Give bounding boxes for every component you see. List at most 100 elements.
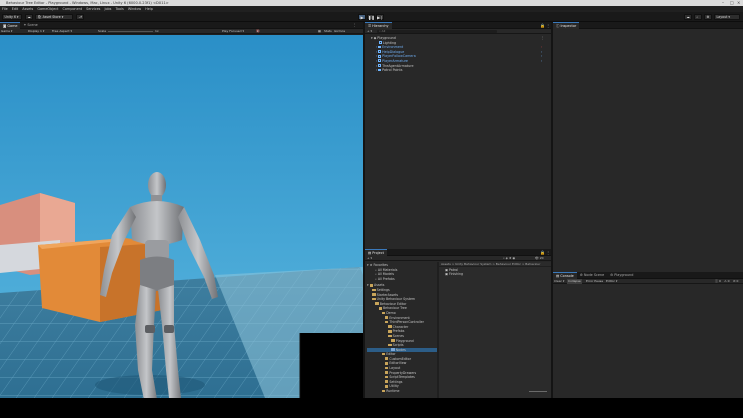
- folder-label: Demo: [386, 310, 396, 315]
- tab-inspector[interactable]: ⓘ Inspector: [553, 22, 580, 29]
- project-folder[interactable]: Runtime: [367, 389, 437, 394]
- folder-icon: [385, 362, 389, 365]
- folder-icon: [372, 288, 376, 292]
- add-button[interactable]: + ▾: [367, 29, 372, 34]
- tab-node-scene-label: Node Scene: [583, 273, 605, 277]
- game-tab-bar: ◙ Game ✦ Scene ⋮: [0, 22, 363, 29]
- tab-hierarchy[interactable]: ☰ Hierarchy: [365, 22, 392, 29]
- add-button[interactable]: + ▾: [367, 256, 372, 261]
- status-bar: [0, 398, 743, 418]
- folder-icon: [378, 306, 382, 310]
- folder-label: Utility: [389, 384, 399, 389]
- version-control-icon[interactable]: ⎇: [76, 14, 84, 20]
- project-folder-tree: ▾ ★ Favorites ⌕ All Materials ⌕ All Mode…: [365, 262, 437, 398]
- scale-label: Scale: [98, 29, 107, 33]
- collapse-label: Collapse: [568, 279, 581, 283]
- game-viewport[interactable]: [0, 35, 363, 398]
- folder-icon: [385, 375, 389, 379]
- folder-icon: [391, 339, 395, 342]
- gizmos-label[interactable]: Gizmos: [334, 29, 345, 34]
- console-panel: ▤ Console ⚙ Node Scene ⚙ Playground Clea…: [553, 272, 743, 398]
- play-mode-dropdown[interactable]: Play Focused ▾: [222, 29, 244, 34]
- assets-label: Assets: [374, 283, 385, 288]
- warning-count-button[interactable]: ⚠ 0: [724, 279, 730, 284]
- tab-game[interactable]: ◙ Game: [0, 22, 21, 29]
- tab-console[interactable]: ▤ Console: [553, 272, 577, 279]
- log-count-button[interactable]: ⓘ 0: [715, 279, 721, 284]
- asset-store-button[interactable]: 🛍 Asset Store ▾: [35, 14, 73, 20]
- layout-dropdown[interactable]: Layout ▾: [714, 14, 740, 20]
- mode-dropdown[interactable]: Game ▾: [1, 29, 12, 34]
- hierarchy-item-label: Patrol Points: [382, 68, 403, 73]
- icon-size-slider[interactable]: [529, 391, 547, 392]
- more-options-icon[interactable]: ⋮: [546, 250, 550, 255]
- folder-label: Settings: [376, 287, 390, 292]
- error-pause-label: Error Pause: [586, 279, 604, 283]
- folder-label: PropertyDrawers: [389, 370, 417, 375]
- folder-label: Unity Behaviour System: [376, 297, 416, 302]
- mode-label: Game: [1, 29, 10, 33]
- asset-file[interactable]: ▣ Finishing: [439, 272, 551, 277]
- display-label: Display 1: [28, 29, 42, 33]
- search-icon[interactable]: ⌕: [694, 14, 702, 20]
- log-count: 0: [718, 279, 721, 283]
- pause-button[interactable]: ❚❚: [367, 14, 375, 20]
- favorite-item[interactable]: ⌕ All Prefabs: [367, 277, 437, 282]
- cloud-icon[interactable]: ☁: [25, 14, 33, 20]
- folder-icon: [391, 348, 395, 351]
- clear-button[interactable]: Clear ▾: [554, 279, 564, 284]
- editor-dropdown[interactable]: Editor ▾: [606, 279, 617, 284]
- hierarchy-search-input[interactable]: ⌕ All: [377, 29, 497, 34]
- project-filter-icons[interactable]: ⌕ ◈ ★ ◉: [503, 256, 515, 261]
- folder-label: StarterAssets: [376, 292, 399, 297]
- mute-audio-icon[interactable]: 🔇: [256, 29, 260, 34]
- hierarchy-tab-bar: ☰ Hierarchy 🔒 ⋮: [365, 22, 551, 29]
- account-button[interactable]: Unity 6 ▾: [2, 14, 22, 20]
- asset-count-value: 20: [539, 256, 544, 260]
- scale-slider[interactable]: [108, 30, 153, 32]
- folder-icon: [372, 297, 376, 301]
- hierarchy-item[interactable]: › Patrol Points: [371, 68, 551, 73]
- tab-console-label: Console: [560, 274, 574, 278]
- scene-name: Playground: [377, 36, 396, 40]
- folder-label: EditorView: [389, 361, 407, 366]
- play-button[interactable]: ▶: [358, 14, 366, 20]
- hierarchy-search-bar: + ▾ ⌕ All: [365, 29, 551, 34]
- error-pause-button[interactable]: Error Pause: [586, 279, 603, 284]
- lock-icon[interactable]: 🔒: [540, 250, 545, 255]
- console-toolbar: Clear ▾ Collapse Error Pause Editor ▾ ⓘ …: [553, 279, 743, 284]
- folder-label: Layout: [389, 366, 401, 371]
- folder-icon: [385, 385, 389, 388]
- error-count-button[interactable]: ⊘ 0: [733, 279, 738, 284]
- tab-scene[interactable]: ✦ Scene: [20, 22, 40, 29]
- folder-label: Nodes: [395, 347, 406, 352]
- asset-store-label: Asset Store: [42, 15, 61, 19]
- step-button[interactable]: ▶❘: [376, 14, 384, 20]
- favorites-label: Favorites: [373, 263, 388, 267]
- tab-project[interactable]: ▤ Project: [365, 249, 387, 256]
- scene-render: [0, 35, 363, 398]
- tab-inspector-label: Inspector: [560, 24, 577, 28]
- folder-icon: [388, 329, 392, 333]
- account-label: Unity 6: [4, 15, 16, 19]
- project-breadcrumb[interactable]: Assets > Unity Behaviour System > Behavi…: [439, 262, 551, 267]
- stats-label: Stats: [324, 29, 332, 33]
- inspector-tab-bar: ⓘ Inspector: [553, 22, 743, 29]
- stats-button[interactable]: ▦: [318, 29, 321, 34]
- display-dropdown[interactable]: Display 1 ▾: [28, 29, 44, 34]
- tab-node-scene[interactable]: ⚙ Node Scene: [577, 272, 607, 279]
- folder-label: Prefabs: [392, 329, 405, 334]
- lock-icon[interactable]: 🔒: [540, 23, 545, 28]
- project-toolbar: + ▾ ⌕ ◈ ★ ◉ 👁 20: [365, 256, 551, 261]
- folder-icon: [388, 343, 392, 347]
- tab-playground[interactable]: ⚙ Playground: [607, 272, 636, 279]
- cloud-services-icon[interactable]: ☁: [684, 14, 692, 20]
- favorite-label: All Models: [377, 272, 395, 277]
- aspect-dropdown[interactable]: Free Aspect ▾: [52, 29, 72, 34]
- settings-icon[interactable]: ⚙: [704, 14, 712, 20]
- collapse-button[interactable]: Collapse: [567, 279, 582, 284]
- more-options-icon[interactable]: ⋮: [546, 23, 550, 28]
- more-options-icon[interactable]: ⋮: [353, 23, 357, 27]
- scale-value: 1x: [155, 29, 159, 33]
- console-tab-bar: ▤ Console ⚙ Node Scene ⚙ Playground: [553, 272, 743, 279]
